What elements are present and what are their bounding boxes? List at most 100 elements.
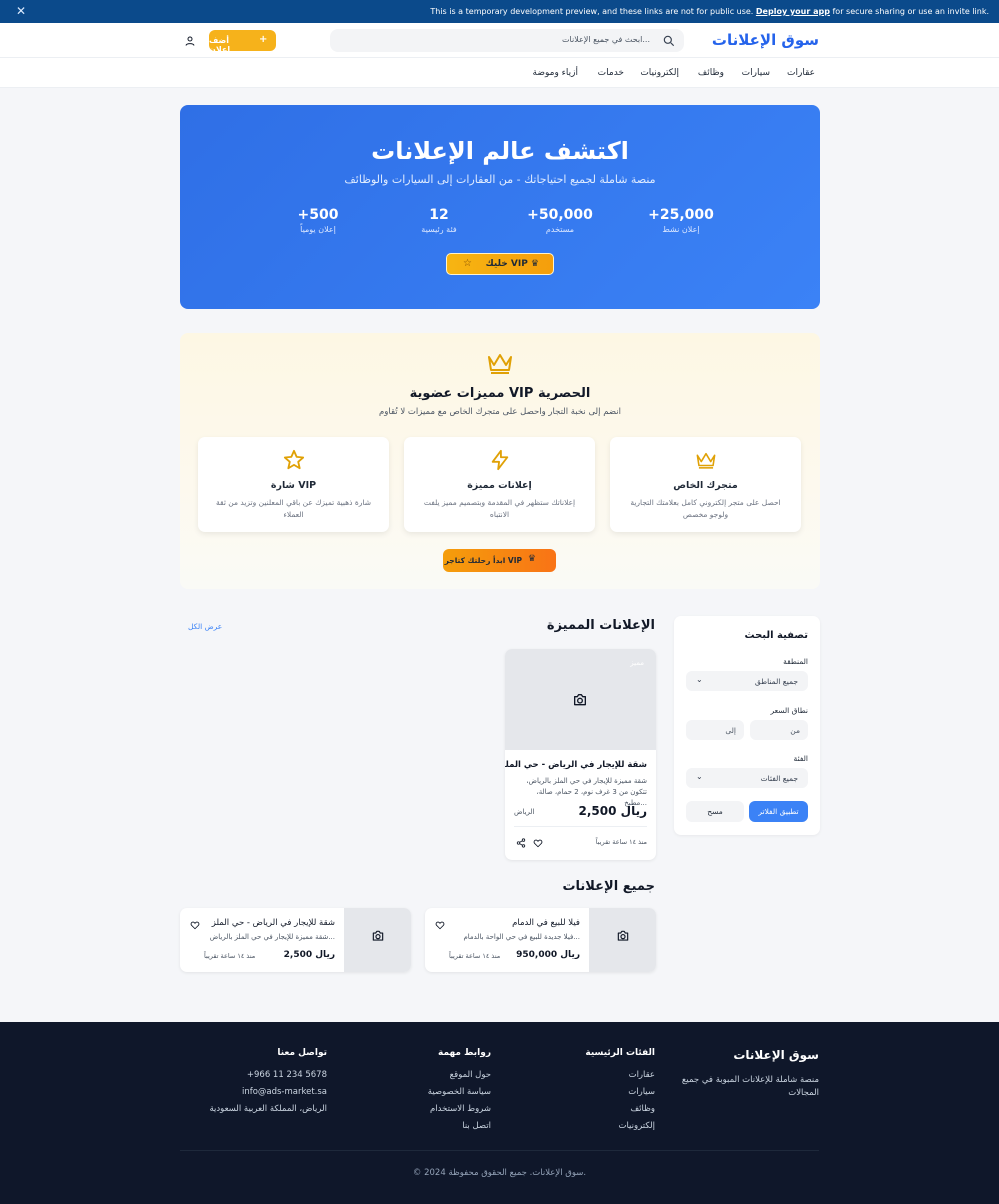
ad-location: الرياض <box>514 808 535 816</box>
footer-categories: الفئات الرئيسية عقارات سيارات وظائف إلكت… <box>585 1048 655 1138</box>
chevron-down-icon: ⌄ <box>696 675 703 684</box>
stat-categories: 12 فئة رئيسية <box>379 207 499 234</box>
price-to-placeholder: إلى <box>725 726 736 735</box>
add-ad-button[interactable]: + أضف إعلان <box>209 30 276 54</box>
copyright: © 2024 سوق الإعلانات. جميع الحقوق محفوظة… <box>412 1168 587 1178</box>
crown-icon: ♛ <box>527 554 536 564</box>
start-vip-button[interactable]: ♛ ابدأ رحلتك كتاجر VIP <box>443 549 556 572</box>
chevron-down-icon: ⌄ <box>696 772 703 781</box>
region-label: المنطقة <box>783 657 808 666</box>
feature-title: متجرك الخاص <box>673 480 738 491</box>
all-ads-title: جميع الإعلانات <box>562 879 655 894</box>
ad-time: منذ ١٤ ساعة تقريباً <box>449 952 501 960</box>
footer-contact: تواصل معنا +966 11 234 5678 info@ads-mar… <box>209 1048 327 1121</box>
footer-link[interactable]: شروط الاستخدام <box>428 1104 491 1114</box>
ad-price: 950,000 ريال <box>516 950 580 960</box>
crown-icon <box>696 452 716 469</box>
footer-link[interactable]: وظائف <box>585 1104 655 1114</box>
banner-message: This is a temporary development preview,… <box>430 7 989 16</box>
stat-label: إعلان يومياً <box>300 225 336 234</box>
lightning-icon <box>491 449 509 471</box>
feature-title: شارة VIP <box>270 480 317 491</box>
camera-icon <box>574 694 586 706</box>
vip-subtitle: انضم إلى نخبة التجار واحصل على متجرك الخ… <box>379 407 621 417</box>
stat-number: 12 <box>429 207 449 223</box>
be-vip-button[interactable]: ☆ خليك VIP ♛ <box>446 253 554 275</box>
category-label: الفئة <box>793 754 808 763</box>
search-input[interactable]: ابحث في جميع الإعلانات... <box>330 29 684 52</box>
dev-preview-banner: ✕ This is a temporary development previe… <box>0 0 999 23</box>
footer-phone[interactable]: +966 11 234 5678 <box>209 1070 327 1080</box>
footer-link[interactable]: سيارات <box>585 1087 655 1097</box>
stat-users: +50,000 مستخدم <box>500 207 620 234</box>
footer-link[interactable]: حول الموقع <box>428 1070 491 1080</box>
category-select[interactable]: جميع الفئات ⌄ <box>686 768 808 788</box>
search-placeholder: ابحث في جميع الإعلانات... <box>562 35 650 44</box>
nav-item-services[interactable]: خدمات <box>598 68 624 78</box>
apply-filters-button[interactable]: تطبيق الفلاتر <box>749 801 808 822</box>
ad-description: فيلا جديدة للبيع في حي الواحة بالدمام... <box>463 933 580 941</box>
be-vip-label: خليك VIP ♛ <box>485 259 539 269</box>
star-icon <box>283 449 305 470</box>
footer-brand-desc: منصة شاملة للإعلانات المبوبة في جميع الم… <box>681 1075 819 1098</box>
price-to-input[interactable]: إلى <box>686 720 744 740</box>
price-range-label: نطاق السعر <box>770 706 808 715</box>
star-icon: ☆ <box>463 258 472 269</box>
site-header: سوق الإعلانات ابحث في جميع الإعلانات... … <box>0 23 999 58</box>
list-item[interactable]: شقة للإيجار في الرياض - حي الملز شقة ممي… <box>180 908 411 972</box>
feature-desc: إعلاناتك ستظهر في المقدمة وبتصميم مميز ي… <box>423 498 576 519</box>
feature-card-vip-badge: شارة VIP شارة ذهبية تميزك عن باقي المعلن… <box>198 437 389 532</box>
feature-desc: شارة ذهبية تميزك عن باقي المعلنين وتزيد … <box>216 498 371 519</box>
feature-title: إعلانات مميزة <box>467 480 532 491</box>
site-logo[interactable]: سوق الإعلانات <box>712 31 819 49</box>
banner-text-pre: This is a temporary development preview,… <box>430 7 754 16</box>
camera-icon <box>372 930 384 941</box>
price-from-input[interactable]: من <box>750 720 808 740</box>
vip-title: مميزات عضوية VIP الحصرية <box>409 386 591 401</box>
clear-filters-button[interactable]: مسح <box>686 801 744 822</box>
deploy-link[interactable]: Deploy your app <box>756 7 830 16</box>
vip-features-section: مميزات عضوية VIP الحصرية انضم إلى نخبة ا… <box>180 333 820 589</box>
ad-price: 2,500 ريال <box>578 804 647 818</box>
footer-link[interactable]: اتصل بنا <box>428 1121 491 1131</box>
nav-item-jobs[interactable]: وظائف <box>698 68 724 78</box>
feature-desc: احصل على متجر إلكتروني كامل بعلامتك التج… <box>630 498 781 519</box>
share-icon[interactable] <box>516 838 526 848</box>
ad-title: شقة للإيجار في الرياض - حي الملز <box>211 918 335 928</box>
view-all-link[interactable]: عرض الكل <box>188 622 222 631</box>
region-select[interactable]: جميع المناطق ⌄ <box>686 671 808 691</box>
filter-title: تصفية البحث <box>744 630 809 641</box>
stat-label: فئة رئيسية <box>421 225 457 234</box>
crown-icon <box>488 354 512 374</box>
ad-time: منذ ١٤ ساعة تقريباً <box>204 952 256 960</box>
ad-price: 2,500 ريال <box>283 950 335 960</box>
footer-link[interactable]: إلكترونيات <box>585 1121 655 1131</box>
ad-image-placeholder <box>344 908 411 972</box>
nav-item-fashion[interactable]: أزياء وموضة <box>533 68 578 78</box>
nav-item-cars[interactable]: سيارات <box>742 68 770 78</box>
footer-divider <box>180 1150 819 1151</box>
footer-link[interactable]: عقارات <box>585 1070 655 1080</box>
footer-col-title: تواصل معنا <box>277 1048 327 1058</box>
close-icon[interactable]: ✕ <box>16 4 26 18</box>
stat-daily-ads: +500 إعلان يومياً <box>258 207 378 234</box>
feature-card-featured-ads: إعلانات مميزة إعلاناتك ستظهر في المقدمة … <box>404 437 595 532</box>
nav-item-electronics[interactable]: إلكترونيات <box>640 68 679 78</box>
stat-number: +50,000 <box>527 207 593 223</box>
featured-ads-title: الإعلانات المميزة <box>546 618 655 633</box>
footer-brand-name: سوق الإعلانات <box>733 1048 819 1062</box>
footer-link[interactable]: سياسة الخصوصية <box>428 1087 491 1097</box>
footer-email[interactable]: info@ads-market.sa <box>209 1087 327 1097</box>
footer-address: الرياض، المملكة العربية السعودية <box>209 1104 327 1114</box>
featured-ad-card[interactable]: مميز شقة للإيجار في الرياض - حي الملز شق… <box>505 649 656 860</box>
user-icon[interactable] <box>184 35 196 47</box>
nav-item-real-estate[interactable]: عقارات <box>787 68 815 78</box>
heart-icon[interactable] <box>190 920 200 930</box>
footer-col-title: روابط مهمة <box>437 1048 491 1058</box>
stat-number: +500 <box>297 207 339 223</box>
stat-label: إعلان نشط <box>662 225 700 234</box>
category-value: جميع الفئات <box>760 774 798 783</box>
heart-icon[interactable] <box>435 920 445 930</box>
heart-icon[interactable] <box>533 838 543 848</box>
list-item[interactable]: فيلا للبيع في الدمام فيلا جديدة للبيع في… <box>425 908 656 972</box>
